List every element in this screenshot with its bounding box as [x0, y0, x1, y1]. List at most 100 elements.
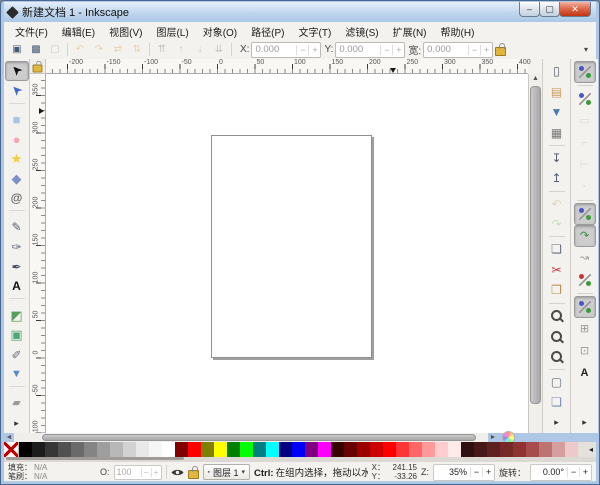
scroll-left-arrow[interactable]: ◄ [4, 433, 14, 443]
layer-selector[interactable]: ▪ 图层 1 ▾ [203, 464, 251, 480]
box3d-tool[interactable]: ◆ [5, 169, 29, 189]
scroll-up-arrow[interactable]: ▲ [532, 74, 539, 84]
palette-swatch[interactable] [305, 442, 318, 457]
cut-icon[interactable]: ✂ [546, 260, 568, 280]
selector-tool[interactable]: ➤ [5, 61, 29, 81]
palette-swatch[interactable] [175, 442, 188, 457]
snap-bbox-icon[interactable] [574, 88, 596, 110]
connector-tool[interactable]: ▣ [5, 325, 29, 345]
snap-grid-guide-icon[interactable]: ⊡ [574, 340, 596, 362]
commands-overflow-arrow[interactable]: ▸ [546, 413, 568, 433]
palette-swatch[interactable] [435, 442, 448, 457]
select-all-icon[interactable]: ▣ [8, 41, 26, 59]
palette-swatch[interactable] [71, 442, 84, 457]
menu-layer[interactable]: 图层(L) [149, 22, 195, 41]
snap-nodes-icon[interactable] [574, 203, 596, 225]
selection-frame-icon[interactable]: ▢ [546, 372, 568, 392]
palette-swatch[interactable] [487, 442, 500, 457]
layers-dialog-icon[interactable]: ❏ [546, 392, 568, 412]
palette-swatch[interactable] [370, 442, 383, 457]
menu-edit[interactable]: 编辑(E) [55, 22, 102, 41]
canvas[interactable] [46, 74, 528, 433]
palette-swatch[interactable] [396, 442, 409, 457]
rotation-decrease-button[interactable]: − [567, 467, 579, 477]
titlebar[interactable]: 新建文档 1 - Inkscape – ▢ ✕ [4, 2, 596, 22]
palette-swatch[interactable] [58, 442, 71, 457]
open-folder-icon[interactable]: ▤ [546, 81, 568, 101]
palette-none-swatch[interactable] [4, 442, 19, 457]
paste-icon[interactable]: ❐ [546, 280, 568, 300]
palette-swatch[interactable] [201, 442, 214, 457]
snap-path-icon[interactable]: ↷ [574, 225, 596, 247]
palette-swatch[interactable] [357, 442, 370, 457]
palette-scrollbar-thumb[interactable] [6, 457, 184, 460]
rectangle-tool[interactable]: ■ [5, 110, 29, 130]
zoom-spinner[interactable]: 35% − + [433, 464, 495, 481]
toolbox-overflow-arrow[interactable]: ▸ [5, 413, 29, 433]
palette-swatch[interactable] [97, 442, 110, 457]
calligraphy-tool[interactable]: ✒ [5, 257, 29, 277]
palette-swatch[interactable] [565, 442, 578, 457]
palette-swatch[interactable] [240, 442, 253, 457]
palette-swatch[interactable] [552, 442, 565, 457]
menu-filters[interactable]: 滤镜(S) [338, 22, 385, 41]
rotation-spinner[interactable]: 0.00° − + [530, 464, 592, 481]
snap-overflow-arrow[interactable]: ▸ [574, 411, 596, 433]
menu-path[interactable]: 路径(P) [244, 22, 291, 41]
y-spinner[interactable]: 0.000−+ [335, 42, 405, 58]
close-button[interactable]: ✕ [559, 2, 591, 17]
palette-swatch[interactable] [45, 442, 58, 457]
spiral-tool[interactable]: @ [5, 189, 29, 209]
ellipse-tool[interactable]: ● [5, 129, 29, 149]
eraser-tool[interactable]: ▰ [5, 393, 29, 413]
guide-lock-icon[interactable] [33, 64, 43, 72]
fill-value[interactable]: N/A [34, 463, 47, 472]
star-tool[interactable]: ★ [5, 149, 29, 169]
paint-bucket-tool[interactable]: ▼ [5, 365, 29, 385]
fill-stroke-indicator[interactable]: 填充：N/A 笔刷：N/A [8, 463, 96, 481]
palette-swatch[interactable] [84, 442, 97, 457]
vertical-scrollbar-thumb[interactable] [530, 86, 541, 404]
palette-swatch[interactable] [110, 442, 123, 457]
palette-swatch[interactable] [513, 442, 526, 457]
rotation-increase-button[interactable]: + [579, 467, 591, 477]
scroll-right-arrow[interactable]: ► [488, 433, 498, 443]
palette-swatch[interactable] [149, 442, 162, 457]
node-tool[interactable]: ➤ [5, 81, 29, 101]
palette-swatch[interactable] [500, 442, 513, 457]
menu-view[interactable]: 视图(V) [102, 22, 149, 41]
new-document-icon[interactable]: ▯ [546, 61, 568, 81]
palette-swatch[interactable] [539, 442, 552, 457]
palette-swatch[interactable] [253, 442, 266, 457]
export-icon[interactable]: ↥ [546, 168, 568, 188]
palette-swatch[interactable] [422, 442, 435, 457]
zoom-drawing-icon[interactable] [546, 326, 568, 346]
snap-text-baseline-icon[interactable]: A [574, 362, 596, 384]
toolbar-overflow-button[interactable]: ▾ [580, 43, 592, 56]
zoom-page-icon[interactable] [546, 346, 568, 366]
maximize-button[interactable]: ▢ [539, 2, 560, 17]
duplicate-icon[interactable]: ❏ [546, 239, 568, 259]
palette-swatch[interactable] [331, 442, 344, 457]
menu-extensions[interactable]: 扩展(N) [386, 22, 434, 41]
minimize-button[interactable]: – [519, 2, 540, 17]
palette-swatch[interactable] [162, 442, 175, 457]
horizontal-scrollbar-thumb[interactable] [42, 434, 476, 441]
menu-object[interactable]: 对象(O) [196, 22, 244, 41]
palette-swatch[interactable] [266, 442, 279, 457]
horizontal-scrollbar[interactable] [14, 433, 488, 442]
zoom-in-button[interactable]: + [482, 467, 494, 477]
snap-cusp-node-icon[interactable] [574, 269, 596, 291]
dropper-tool[interactable]: ✐ [5, 345, 29, 365]
palette-swatch[interactable] [136, 442, 149, 457]
palette-swatch[interactable] [292, 442, 305, 457]
opacity-spinner[interactable]: 100 − + [114, 465, 162, 480]
layer-lock-icon[interactable] [188, 470, 199, 479]
snap-master-toggle-icon[interactable] [574, 61, 596, 83]
import-icon[interactable]: ↧ [546, 148, 568, 168]
lock-ratio-icon[interactable] [495, 47, 506, 56]
snap-page-border-icon[interactable]: ⊞ [574, 318, 596, 340]
layer-visibility-eye-icon[interactable] [171, 468, 184, 477]
pencil-tool[interactable]: ✎ [5, 217, 29, 237]
snap-path-intersection-icon[interactable]: ↝ [574, 247, 596, 269]
